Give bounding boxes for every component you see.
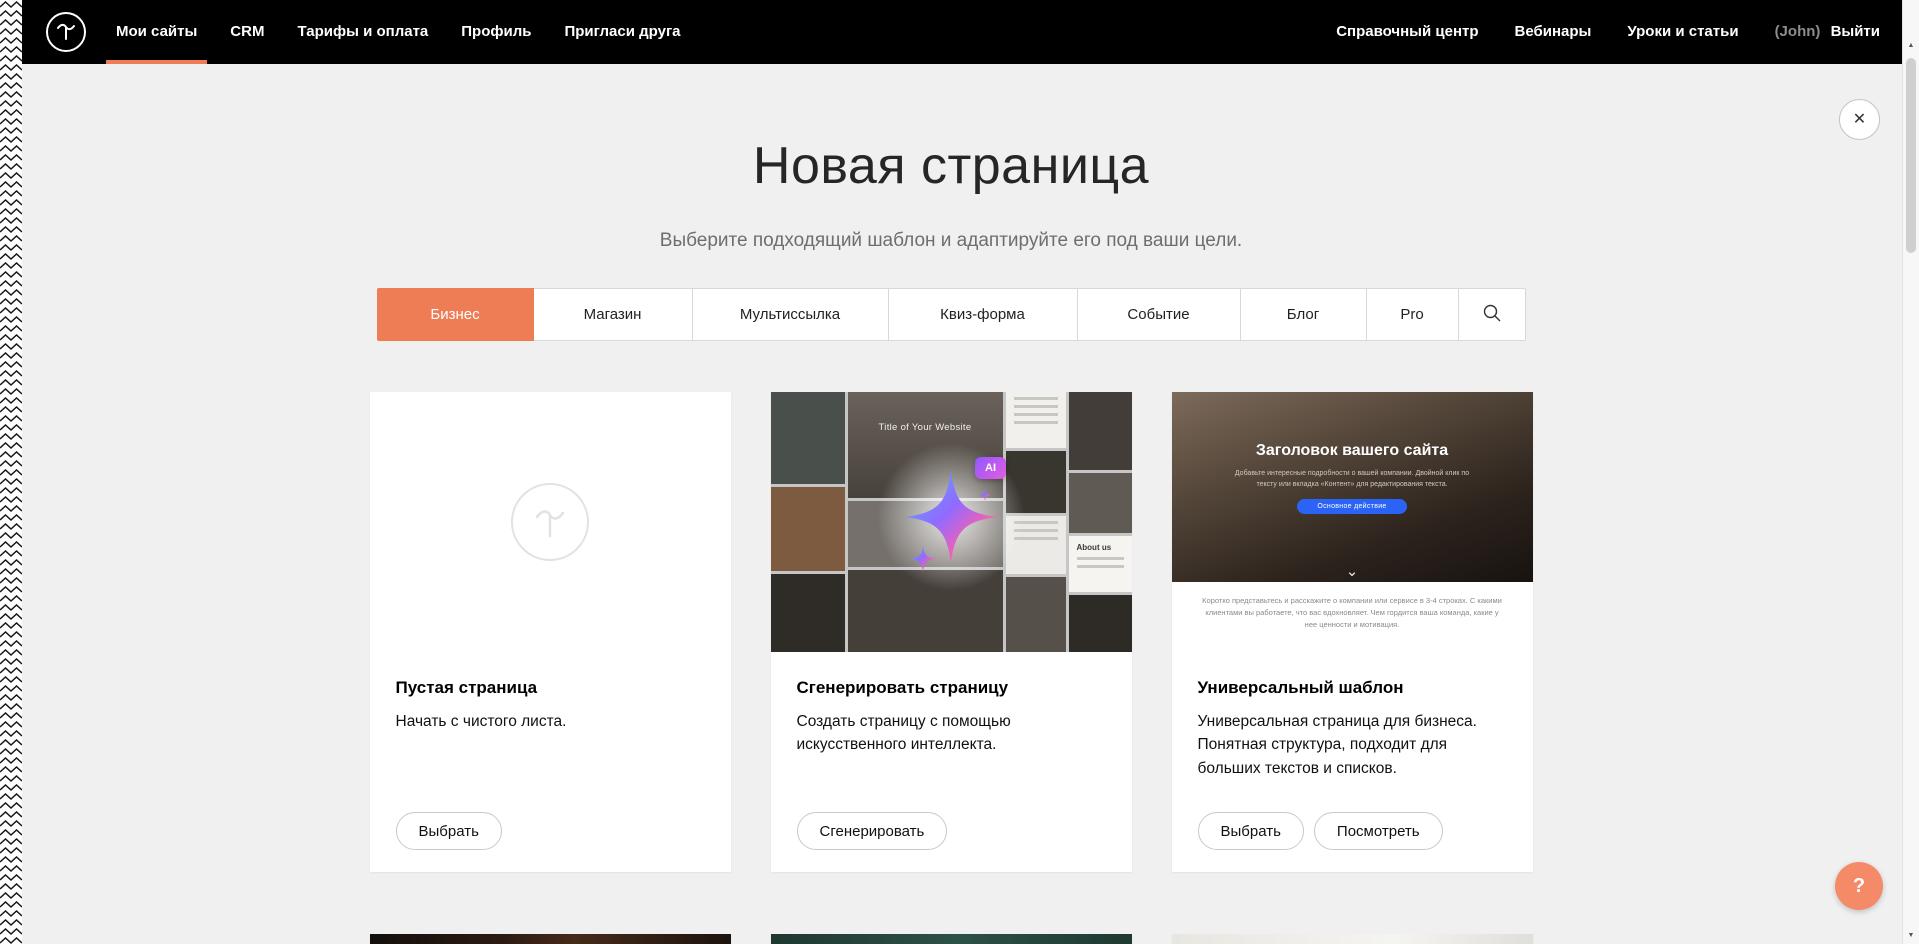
blank-preview <box>370 392 731 652</box>
card-actions: Выбрать Посмотреть <box>1198 812 1507 850</box>
collage-tile-about: About us <box>1069 536 1132 592</box>
scroll-up-arrow[interactable]: ▲ <box>1903 42 1919 49</box>
user-name: (John) <box>1775 23 1821 40</box>
tab-business[interactable]: Бизнес <box>377 288 534 341</box>
scrollbar[interactable]: ▲ ▼ <box>1902 0 1919 944</box>
nav-item-tariffs[interactable]: Тарифы и оплата <box>297 0 428 64</box>
nav-user-logout[interactable]: (John) Выйти <box>1775 0 1880 64</box>
template-card-partial[interactable] <box>771 934 1132 944</box>
help-button[interactable]: ? <box>1835 862 1883 910</box>
tab-search[interactable] <box>1458 288 1526 341</box>
card-title: Универсальный шаблон <box>1198 678 1507 698</box>
template-cards-row: Пустая страница Начать с чистого листа. … <box>0 392 1902 872</box>
template-category-tabs: Бизнес Магазин Мультиссылка Квиз-форма С… <box>0 288 1902 341</box>
mini-site-title: Title of Your Website <box>848 422 1003 433</box>
preview-body-text: Коротко представьтесь и расскажите о ком… <box>1202 595 1502 631</box>
ai-collage-preview: Title of Your Website About us <box>771 392 1132 652</box>
template-card-ai-generate: Title of Your Website About us <box>771 392 1132 872</box>
new-page-dialog: ✕ Новая страница Выберите подходящий шаб… <box>0 64 1902 944</box>
preview-cta-button: Основное действие <box>1297 499 1406 514</box>
tab-shop[interactable]: Магазин <box>533 288 693 341</box>
card-info: Пустая страница Начать с чистого листа. … <box>370 652 731 872</box>
logout-label: Выйти <box>1831 23 1880 40</box>
nav-item-lessons[interactable]: Уроки и статьи <box>1627 0 1738 64</box>
nav-item-help-center[interactable]: Справочный центр <box>1336 0 1478 64</box>
page-title: Новая страница <box>0 64 1902 196</box>
template-card-partial[interactable] <box>370 934 731 944</box>
zigzag-edge-decoration <box>0 0 22 944</box>
collage-tile <box>1069 595 1132 652</box>
nav-item-my-sites[interactable]: Мои сайты <box>116 0 197 64</box>
preview-body-section: Коротко представьтесь и расскажите о ком… <box>1172 582 1533 652</box>
tab-blog[interactable]: Блог <box>1240 288 1367 341</box>
tilda-logo[interactable] <box>46 12 86 52</box>
preview-hero: Заголовок вашего сайта Добавьте интересн… <box>1172 392 1533 582</box>
select-button[interactable]: Выбрать <box>396 812 502 850</box>
template-card-partial[interactable] <box>1172 934 1533 944</box>
scroll-down-arrow[interactable]: ▼ <box>1903 932 1919 939</box>
card-actions: Сгенерировать <box>797 812 1106 850</box>
card-description: Универсальная страница для бизнеса. Поня… <box>1198 710 1507 780</box>
tab-multilink[interactable]: Мультиссылка <box>692 288 889 341</box>
top-navbar: Мои сайты CRM Тарифы и оплата Профиль Пр… <box>0 0 1902 64</box>
close-button[interactable]: ✕ <box>1839 99 1880 140</box>
generate-button[interactable]: Сгенерировать <box>797 812 948 850</box>
card-title: Пустая страница <box>396 678 705 698</box>
select-button[interactable]: Выбрать <box>1198 812 1304 850</box>
ai-badge: AI <box>975 457 1006 479</box>
preview-hero-text: Добавьте интересные подробности о вашей … <box>1233 468 1471 490</box>
template-card-universal: Заголовок вашего сайта Добавьте интересн… <box>1172 392 1533 872</box>
tilda-watermark-icon <box>511 483 589 561</box>
collage-tile <box>771 392 845 484</box>
universal-template-preview: Заголовок вашего сайта Добавьте интересн… <box>1172 392 1533 652</box>
card-description: Начать с чистого листа. <box>396 710 705 733</box>
close-icon: ✕ <box>1853 111 1866 128</box>
about-us-label: About us <box>1077 543 1132 552</box>
search-icon <box>1482 303 1502 327</box>
card-actions: Выбрать <box>396 812 705 850</box>
question-icon: ? <box>1853 875 1865 897</box>
collage-tile <box>771 487 845 571</box>
tilda-t-icon <box>55 20 77 45</box>
navbar-right-group: Справочный центр Вебинары Уроки и статьи… <box>1300 0 1880 64</box>
page-subtitle: Выберите подходящий шаблон и адаптируйте… <box>0 230 1902 252</box>
collage-tile <box>1069 473 1132 533</box>
card-title: Сгенерировать страницу <box>797 678 1106 698</box>
preview-button[interactable]: Посмотреть <box>1314 812 1443 850</box>
chevron-down-icon: ⌄ <box>1172 562 1533 580</box>
scrollbar-thumb[interactable] <box>1906 58 1916 253</box>
card-info: Сгенерировать страницу Создать страницу … <box>771 652 1132 872</box>
tab-event[interactable]: Событие <box>1077 288 1241 341</box>
collage-tile <box>771 574 845 652</box>
nav-item-crm[interactable]: CRM <box>230 0 264 64</box>
template-card-blank: Пустая страница Начать с чистого листа. … <box>370 392 731 872</box>
card-info: Универсальный шаблон Универсальная стран… <box>1172 652 1533 872</box>
card-description: Создать страницу с помощью искусственног… <box>797 710 1106 757</box>
preview-hero-title: Заголовок вашего сайта <box>1172 392 1533 460</box>
template-cards-row-2 <box>0 934 1902 944</box>
nav-item-webinars[interactable]: Вебинары <box>1515 0 1592 64</box>
tab-pro[interactable]: Pro <box>1366 288 1459 341</box>
collage-tile <box>1069 392 1132 470</box>
tab-quiz-form[interactable]: Квиз-форма <box>888 288 1078 341</box>
nav-item-profile[interactable]: Профиль <box>461 0 531 64</box>
nav-item-invite-friend[interactable]: Пригласи друга <box>564 0 680 64</box>
